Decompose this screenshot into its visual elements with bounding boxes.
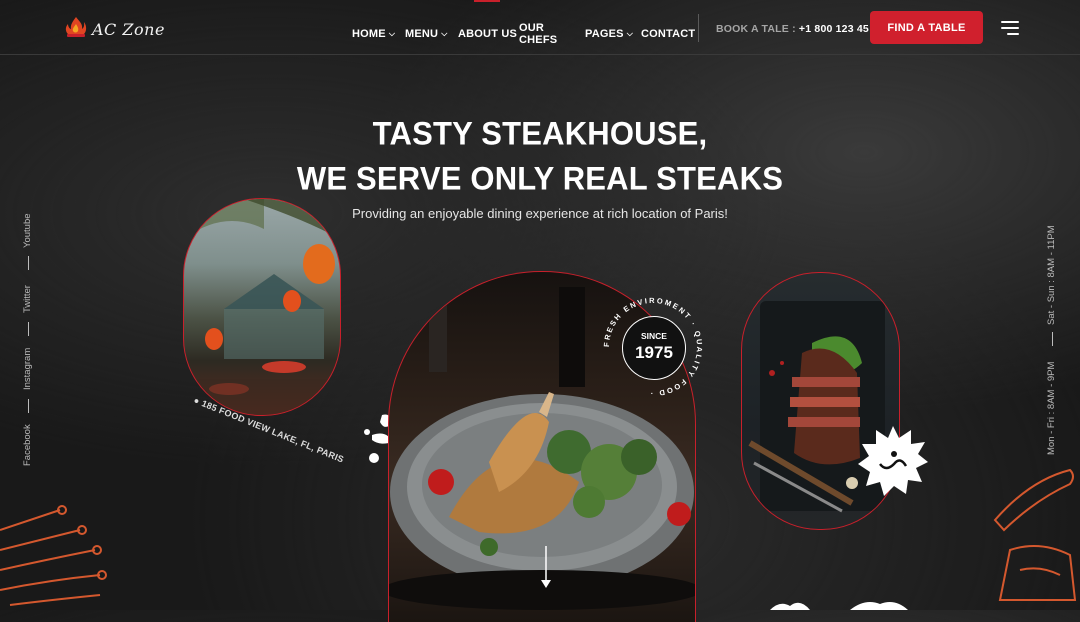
starburst-decoration (858, 426, 928, 496)
nav-about-label: ABOUT US (458, 28, 518, 40)
social-instagram[interactable]: Instagram (22, 348, 33, 390)
chevron-down-icon: ⌵ (388, 29, 396, 38)
social-divider (28, 256, 29, 270)
since-badge: SINCE 1975 (622, 316, 686, 380)
nav-pages-label: PAGES (585, 28, 624, 40)
nav-active-indicator (474, 0, 500, 2)
social-twitter[interactable]: Twitter (22, 285, 33, 313)
hero-title-line1: TASTY STEAKHOUSE, (372, 115, 708, 152)
arrow-down-icon[interactable] (539, 546, 553, 590)
social-divider (28, 399, 29, 413)
bottom-decoration (770, 602, 908, 610)
nav-pages[interactable]: PAGES ⌵ (585, 22, 641, 46)
find-table-button[interactable]: FIND A TABLE (870, 11, 983, 44)
nav-contact-label: CONTACT (641, 28, 696, 40)
ribs-sketch-decoration (0, 505, 107, 606)
social-facebook[interactable]: Facebook (22, 424, 33, 466)
chevron-down-icon: ⌵ (626, 29, 633, 38)
social-youtube[interactable]: Youtube (22, 213, 33, 248)
sausage-sketch-decoration (993, 468, 1077, 601)
nav-about-us[interactable]: ABOUT US (458, 22, 519, 46)
main-nav: HOME ⌵ MENU ⌵ ABOUT US OUR CHEFS PAGES ⌵… (352, 22, 695, 46)
booking-phone[interactable]: BOOK A TALE : +1 800 123 45 78 (716, 23, 884, 35)
header-divider (698, 14, 699, 42)
restaurant-terrace-image (183, 198, 341, 416)
nav-chefs-label: OUR CHEFS (519, 22, 558, 46)
hours-weekday: Mon - Fri : 8AM - 9PM (1046, 361, 1057, 455)
nav-home-label: HOME (352, 28, 386, 40)
flame-logo-icon (64, 16, 88, 43)
brand-logo[interactable]: AC Zone (64, 16, 165, 43)
hero-title-line2: WE SERVE ONLY REAL STEAKS (296, 160, 784, 197)
badge-year: 1975 (635, 343, 673, 362)
hero-subtitle: Providing an enjoyable dining experience… (352, 206, 728, 221)
hamburger-menu-icon[interactable] (1001, 21, 1019, 35)
brand-name: AC Zone (92, 20, 165, 39)
nav-our-chefs[interactable]: OUR CHEFS (519, 22, 585, 46)
hours-divider (1052, 332, 1053, 346)
nav-home[interactable]: HOME ⌵ (352, 22, 405, 46)
hours-weekend: Sat - Sun : 8AM - 11PM (1046, 225, 1057, 325)
opening-hours: Sat - Sun : 8AM - 11PM Mon - Fri : 8AM -… (1046, 220, 1060, 460)
social-divider (28, 322, 29, 336)
site-header: AC Zone HOME ⌵ MENU ⌵ ABOUT US OUR CHEFS… (0, 0, 1080, 55)
social-links: Youtube Twitter Instagram Facebook (22, 190, 36, 480)
nav-menu-label: MENU (405, 28, 439, 40)
chevron-down-icon: ⌵ (441, 29, 448, 38)
badge-since-label: SINCE (641, 331, 667, 341)
booking-label: BOOK A TALE : (716, 23, 796, 35)
nav-contact[interactable]: CONTACT (641, 22, 695, 46)
nav-menu[interactable]: MENU ⌵ (405, 22, 458, 46)
